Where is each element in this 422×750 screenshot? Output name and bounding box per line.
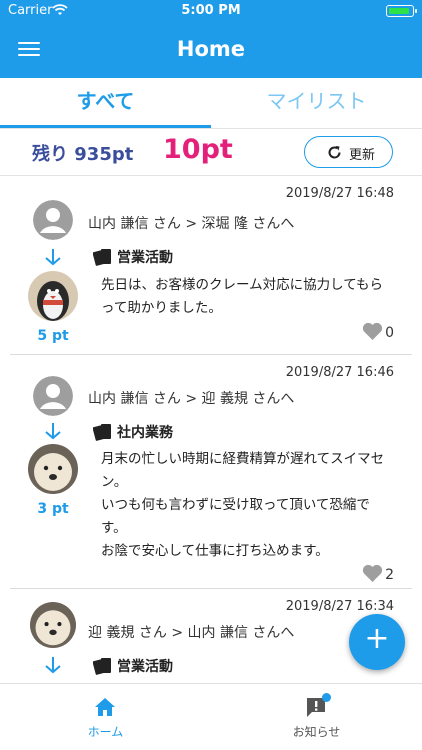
like-button[interactable]: 2 xyxy=(362,564,394,583)
sender-to-recipient: 山内 謙信 さん > 深堀 隆 さんへ xyxy=(88,216,295,232)
post-date: 2019/8/27 16:48 xyxy=(285,186,394,201)
battery-icon xyxy=(386,5,417,17)
bottom-nav: ホーム お知らせ xyxy=(0,683,422,750)
remaining-label: 残り xyxy=(32,144,68,165)
like-count: 2 xyxy=(385,567,394,583)
arrow-down-icon xyxy=(45,249,61,266)
heart-icon xyxy=(362,564,383,582)
penguin-logo-avatar xyxy=(28,271,78,321)
refresh-label: 更新 xyxy=(349,148,376,163)
tab-my-list[interactable]: マイリスト xyxy=(211,78,422,128)
default-user-icon xyxy=(33,200,73,240)
post-date: 2019/8/27 16:46 xyxy=(285,365,394,380)
refresh-button[interactable]: 更新 xyxy=(304,136,393,168)
nav-notifications-label: お知らせ xyxy=(292,725,341,739)
points-awarded: 3 pt xyxy=(37,501,69,517)
nav-home-label: ホーム xyxy=(87,725,124,739)
remaining-points: 残り 935pt xyxy=(32,140,133,166)
dog-avatar xyxy=(30,602,76,648)
post-category: 社内業務 xyxy=(93,422,173,442)
arrow-down-icon xyxy=(45,657,61,674)
current-points: 10pt xyxy=(163,134,233,165)
sender-to-recipient: 迎 義規 さん > 山内 謙信 さんへ xyxy=(88,625,295,641)
default-user-icon xyxy=(33,376,73,416)
post-feed[interactable]: 2019/8/27 16:48 山内 謙信 さん > 深堀 隆 さんへ 5 pt… xyxy=(0,176,422,683)
post-message: 先日は、お客様のクレーム対応に協力してもらって助かりました。 xyxy=(101,277,384,316)
category-label: 営業活動 xyxy=(117,659,173,675)
nav-home[interactable]: ホーム xyxy=(0,684,211,750)
post-category: 営業活動 xyxy=(93,247,173,267)
status-bar: Carrier 5:00 PM xyxy=(0,0,422,22)
post-category: 営業活動 xyxy=(93,656,173,676)
post-card[interactable]: 2019/8/27 16:48 山内 謙信 さん > 深堀 隆 さんへ 5 pt… xyxy=(0,176,422,355)
dog-avatar xyxy=(28,444,78,494)
heart-icon xyxy=(362,322,383,340)
post-date: 2019/8/27 16:34 xyxy=(285,599,394,614)
remaining-value: 935pt xyxy=(74,144,134,165)
status-time: 5:00 PM xyxy=(181,3,241,18)
sender-avatar[interactable] xyxy=(33,376,73,416)
page-title: Home xyxy=(176,37,246,61)
arrow-down-icon xyxy=(45,423,61,440)
category-cards-icon xyxy=(93,424,111,441)
sender-avatar[interactable] xyxy=(33,200,73,240)
points-awarded: 5 pt xyxy=(37,328,69,344)
refresh-icon xyxy=(328,146,341,159)
sender-to-recipient: 山内 謙信 さん > 迎 義規 さんへ xyxy=(88,391,295,407)
recipient-avatar[interactable] xyxy=(28,271,78,321)
category-cards-icon xyxy=(93,658,111,675)
points-bar: 残り 935pt 10pt 更新 xyxy=(0,128,422,176)
like-button[interactable]: 0 xyxy=(362,322,394,341)
tab-all[interactable]: すべて xyxy=(0,78,211,128)
app-header: Home xyxy=(0,22,422,78)
notification-badge xyxy=(322,693,331,702)
post-card[interactable]: 2019/8/27 16:46 山内 謙信 さん > 迎 義規 さんへ 3 pt xyxy=(0,355,422,589)
post-message: 月末の忙しい時期に経費精算が遅れてスイマセン。 いつも何も言わずに受け取って頂い… xyxy=(101,451,385,559)
like-count: 0 xyxy=(385,325,394,341)
tab-bar: すべて マイリスト xyxy=(0,78,422,128)
add-post-button[interactable]: + xyxy=(349,614,405,670)
category-label: 営業活動 xyxy=(117,250,173,266)
sender-avatar[interactable] xyxy=(30,602,76,648)
nav-notifications[interactable]: お知らせ xyxy=(211,684,422,750)
home-icon xyxy=(95,698,115,716)
category-label: 社内業務 xyxy=(117,425,173,441)
category-cards-icon xyxy=(93,249,111,266)
plus-icon: + xyxy=(364,621,390,656)
recipient-avatar[interactable] xyxy=(28,444,78,494)
